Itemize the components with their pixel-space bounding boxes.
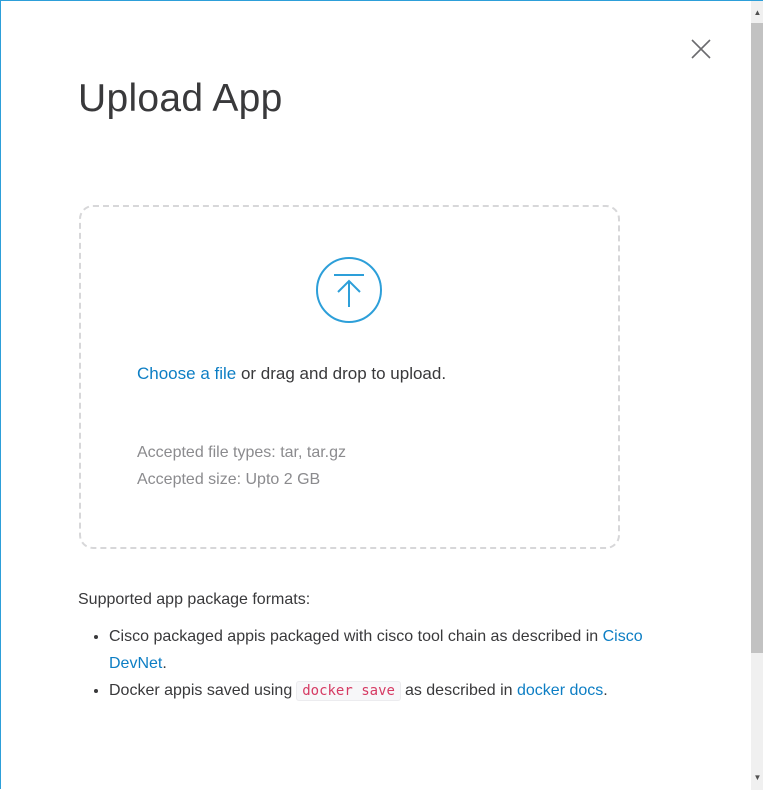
drag-drop-text: or drag and drop to upload. [236, 364, 447, 383]
formats-heading: Supported app package formats: [78, 591, 311, 608]
scrollbar-thumb[interactable] [751, 23, 763, 653]
list-item: Cisco packaged appis packaged with cisco… [109, 623, 698, 677]
supported-formats-section: Supported app package formats: Cisco pac… [78, 591, 698, 705]
formats-list: Cisco packaged appis packaged with cisco… [78, 623, 698, 705]
format-description: Docker appis saved using [109, 682, 293, 699]
scroll-down-arrow-icon[interactable]: ▼ [751, 770, 763, 786]
format-description: Cisco packaged appis packaged with cisco… [109, 628, 603, 645]
dialog-title: Upload App [78, 77, 283, 120]
choose-file-link[interactable]: Choose a file [137, 364, 236, 383]
vertical-scrollbar[interactable]: ▲ ▼ [751, 1, 763, 790]
close-icon [691, 39, 711, 59]
upload-icon[interactable] [315, 256, 383, 324]
scroll-up-arrow-icon[interactable]: ▲ [751, 5, 763, 21]
file-drop-zone[interactable]: Choose a file or drag and drop to upload… [79, 205, 620, 549]
accepted-file-types: Accepted file types: tar, tar.gz [137, 444, 346, 461]
list-item: Docker appis saved usingdocker saveas de… [109, 677, 698, 705]
accepted-info: Accepted file types: tar, tar.gz Accepte… [137, 439, 346, 493]
docker-save-code: docker save [296, 681, 401, 701]
format-punctuation: . [603, 682, 608, 699]
format-description-cont: as described in [404, 682, 517, 699]
docker-docs-link[interactable]: docker docs [517, 682, 603, 699]
format-punctuation: . [162, 655, 167, 672]
close-button[interactable] [689, 37, 713, 61]
accepted-size: Accepted size: Upto 2 GB [137, 471, 321, 488]
upload-app-dialog: Upload App Choose a file or drag and dro… [0, 0, 763, 790]
dropzone-instructions: Choose a file or drag and drop to upload… [137, 355, 527, 392]
upload-arrow-circle-icon [316, 257, 382, 323]
